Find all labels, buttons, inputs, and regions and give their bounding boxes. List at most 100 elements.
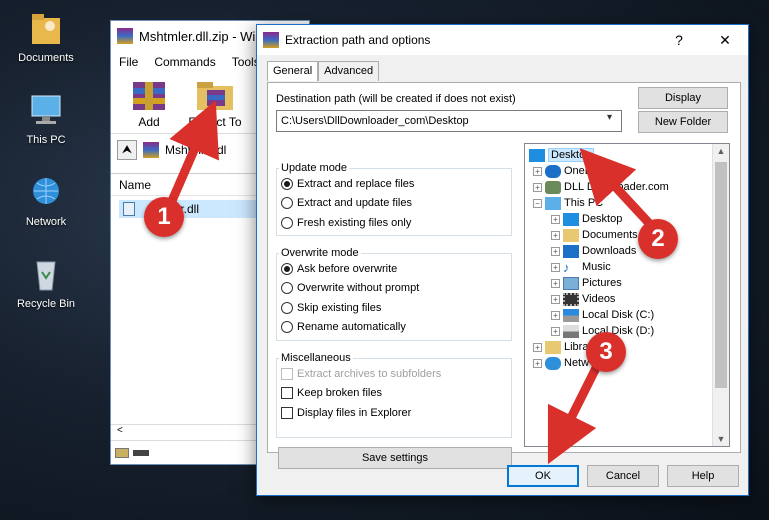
documents-folder-icon	[26, 10, 66, 48]
drive-icon	[563, 324, 579, 338]
winrar-app-icon	[117, 28, 133, 44]
extract-to-button[interactable]: Extract To	[187, 78, 243, 129]
new-folder-button[interactable]: New Folder	[638, 111, 728, 133]
add-button[interactable]: Add	[121, 78, 177, 129]
desktop-this-pc-label: This PC	[26, 134, 66, 146]
expand-icon[interactable]: +	[551, 310, 560, 320]
expand-icon[interactable]: +	[551, 246, 560, 256]
scroll-thumb[interactable]	[715, 162, 727, 388]
dialog-tabs: General Advanced	[267, 61, 380, 81]
tree-item-desktop[interactable]: Desktop	[529, 147, 595, 163]
up-folder-button[interactable]: ⮝	[117, 139, 137, 160]
option-label: Extract and update files	[297, 197, 412, 210]
tree-item-user[interactable]: + DLL Downloader.com	[533, 179, 669, 195]
radio-extract-replace[interactable]: Extract and replace files	[277, 174, 511, 194]
checkbox-keep-broken[interactable]: Keep broken files	[277, 384, 511, 404]
scroll-left-arrow[interactable]: <	[117, 425, 123, 436]
address-path[interactable]: Mshtmler.dl	[165, 143, 226, 157]
radio-skip-existing[interactable]: Skip existing files	[277, 298, 511, 318]
tab-general[interactable]: General	[267, 61, 319, 81]
help-title-button[interactable]: ?	[656, 32, 702, 49]
option-label: Display files in Explorer	[297, 406, 412, 419]
radio-button-icon	[281, 301, 293, 314]
save-settings-button[interactable]: Save settings	[278, 447, 512, 469]
expand-icon[interactable]: +	[533, 358, 542, 368]
add-label: Add	[138, 115, 160, 129]
tab-advanced[interactable]: Advanced	[318, 61, 380, 81]
scroll-up-arrow[interactable]: ▲	[713, 146, 729, 156]
radio-button-icon	[281, 262, 293, 275]
menu-file[interactable]: File	[111, 55, 146, 69]
ok-button[interactable]: OK	[507, 465, 579, 487]
destination-label: Destination path (will be created if doe…	[276, 93, 516, 105]
option-label: Extract archives to subfolders	[297, 367, 442, 380]
update-mode-group: Update mode Extract and replace files Ex…	[276, 162, 512, 236]
tree-item-music[interactable]: + ♪ Music	[551, 259, 611, 275]
expand-icon[interactable]: +	[551, 262, 560, 272]
scroll-down-arrow[interactable]: ▼	[713, 434, 729, 444]
expand-icon[interactable]: +	[551, 278, 560, 288]
tree-item-pictures[interactable]: + Pictures	[551, 275, 622, 291]
radio-fresh-existing[interactable]: Fresh existing files only	[277, 213, 511, 233]
tree-item-libraries[interactable]: + Libra	[533, 339, 588, 355]
desktop-recycle-bin[interactable]: Recycle Bin	[6, 256, 86, 310]
expand-icon[interactable]: +	[533, 342, 542, 352]
tree-item-this-pc[interactable]: − This PC	[533, 195, 603, 211]
checkbox-display-explorer[interactable]: Display files in Explorer	[277, 403, 511, 423]
tree-item-videos[interactable]: + Videos	[551, 291, 615, 307]
miscellaneous-group: Miscellaneous Extract archives to subfol…	[276, 352, 512, 438]
option-label: Ask before overwrite	[297, 262, 398, 275]
add-archive-icon	[127, 78, 171, 112]
expand-icon[interactable]: +	[551, 326, 560, 336]
help-button[interactable]: Help	[667, 465, 739, 487]
tree-item-downloads[interactable]: + Downloads	[551, 243, 636, 259]
tree-item-pc-desktop[interactable]: + Desktop	[551, 211, 622, 227]
dialog-title: Extraction path and options	[285, 33, 431, 47]
dialog-app-icon	[263, 32, 279, 48]
desktop-network[interactable]: Network	[6, 174, 86, 228]
expand-icon[interactable]: +	[551, 214, 560, 224]
cancel-button[interactable]: Cancel	[587, 465, 659, 487]
radio-button-icon	[281, 321, 293, 334]
network-globe-icon	[26, 174, 66, 212]
collapse-icon[interactable]: −	[533, 198, 542, 208]
display-button[interactable]: Display	[638, 87, 728, 109]
tree-scrollbar[interactable]: ▲ ▼	[712, 144, 729, 446]
dialog-titlebar[interactable]: Extraction path and options ? ✕	[257, 25, 748, 55]
expand-icon[interactable]: +	[533, 182, 542, 192]
checkbox-icon	[281, 406, 293, 419]
drive-icon	[115, 447, 129, 458]
radio-extract-update[interactable]: Extract and update files	[277, 194, 511, 214]
desktop-documents-label: Documents	[18, 52, 74, 64]
tree-item-documents[interactable]: + Documents	[551, 227, 638, 243]
folder-tree[interactable]: Desktop + OneDr + DLL Downloader.com − T…	[524, 143, 730, 447]
tree-item-local-disk-c[interactable]: + Local Disk (C:)	[551, 307, 654, 323]
extract-to-icon	[193, 78, 237, 112]
radio-rename-automatically[interactable]: Rename automatically	[277, 318, 511, 338]
option-label: Extract and replace files	[297, 177, 415, 190]
key-icon	[133, 449, 149, 456]
cloud-icon	[545, 164, 561, 178]
chevron-down-icon[interactable]: ▾	[607, 112, 612, 123]
radio-overwrite-without-prompt[interactable]: Overwrite without prompt	[277, 279, 511, 299]
desktop-folder-icon	[529, 148, 545, 162]
radio-button-icon	[281, 282, 293, 295]
option-label: Overwrite without prompt	[297, 282, 420, 295]
destination-path-input[interactable]	[276, 110, 622, 132]
up-arrow-icon: ⮝	[121, 142, 133, 156]
menu-commands[interactable]: Commands	[146, 55, 223, 69]
expand-icon[interactable]: +	[551, 294, 560, 304]
desktop-this-pc[interactable]: This PC	[6, 92, 86, 146]
tree-item-network[interactable]: + Netw	[533, 355, 589, 371]
tree-item-onedrive[interactable]: + OneDr	[533, 163, 596, 179]
step-1-badge: 1	[144, 197, 184, 237]
close-button[interactable]: ✕	[702, 32, 748, 49]
download-arrow-icon	[563, 244, 579, 258]
computer-icon	[545, 196, 561, 210]
option-label: Fresh existing files only	[297, 216, 412, 229]
radio-ask-before-overwrite[interactable]: Ask before overwrite	[277, 259, 511, 279]
desktop-documents[interactable]: Documents	[6, 10, 86, 64]
radio-button-icon	[281, 216, 293, 229]
expand-icon[interactable]: +	[551, 230, 560, 240]
expand-icon[interactable]: +	[533, 166, 542, 176]
